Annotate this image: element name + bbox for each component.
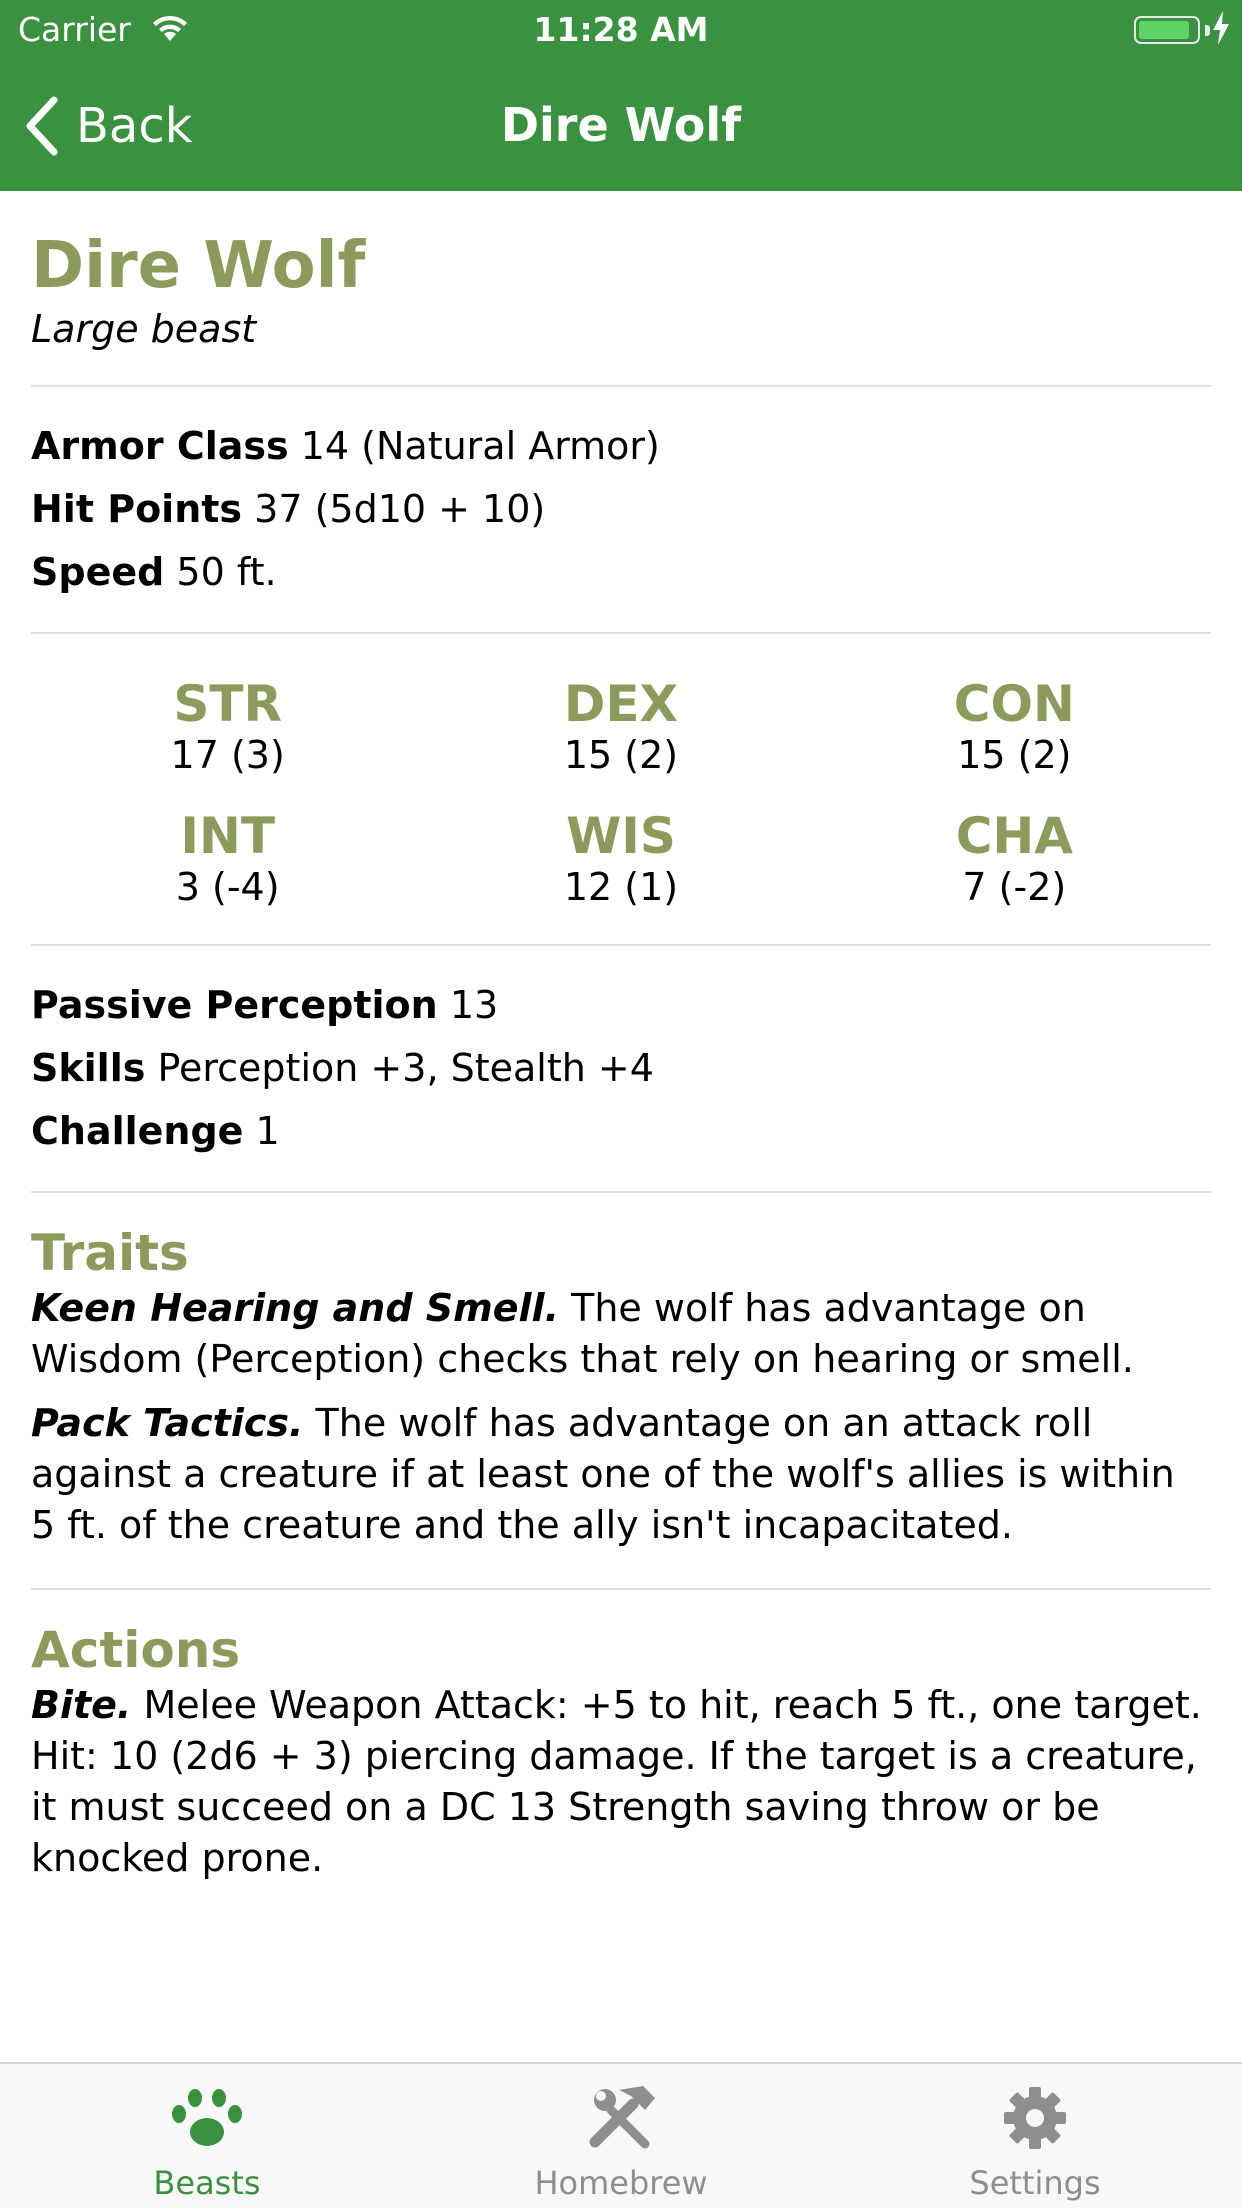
passive-perception-label: Passive Perception xyxy=(31,983,438,1027)
speed-row: Speed 50 ft. xyxy=(31,541,1211,604)
trait-name: Pack Tactics. xyxy=(31,1401,304,1445)
clock: 11:28 AM xyxy=(533,10,709,49)
traits-heading: Traits xyxy=(31,1224,189,1282)
actions-heading: Actions xyxy=(31,1621,241,1679)
navigation-bar: Carrier 11:28 AM Back Dire Wolf xyxy=(0,0,1242,191)
skills-label: Skills xyxy=(31,1046,146,1090)
trait-name: Keen Hearing and Smell. xyxy=(31,1286,560,1330)
skills-value: Perception +3, Stealth +4 xyxy=(157,1046,654,1090)
tab-settings[interactable]: Settings xyxy=(828,2064,1242,2210)
hit-points-value: 37 (5d10 + 10) xyxy=(254,487,546,531)
battery-level xyxy=(1139,21,1189,39)
ability-dex: DEX 15 (2) xyxy=(424,676,817,778)
ability-value: 17 (3) xyxy=(170,733,285,777)
hit-points-label: Hit Points xyxy=(31,487,243,531)
trait-item: Pack Tactics. The wolf has advantage on … xyxy=(31,1398,1211,1551)
status-bar: Carrier 11:28 AM xyxy=(0,0,1242,60)
skills-row: Skills Perception +3, Stealth +4 xyxy=(31,1037,1211,1100)
challenge-value: 1 xyxy=(255,1109,280,1153)
actions-section: Actions Bite. Melee Weapon Attack: +5 to… xyxy=(31,1620,1211,1884)
armor-class-value: 14 (Natural Armor) xyxy=(300,424,660,468)
ability-con: CON 15 (2) xyxy=(818,676,1211,778)
paw-icon xyxy=(0,2078,414,2158)
tab-label: Settings xyxy=(969,2164,1101,2202)
tab-label: Homebrew xyxy=(534,2164,708,2202)
ability-str: STR 17 (3) xyxy=(31,676,424,778)
ability-value: 7 (-2) xyxy=(962,865,1067,909)
stat-block: Dire Wolf Large beast Armor Class 14 (Na… xyxy=(31,191,1211,1897)
action-name: Bite. xyxy=(31,1683,132,1727)
traits-section: Traits Keen Hearing and Smell. The wolf … xyxy=(31,1223,1211,1588)
gear-icon xyxy=(828,2078,1242,2158)
armor-class-row: Armor Class 14 (Natural Armor) xyxy=(31,415,1211,478)
divider xyxy=(31,1588,1211,1590)
ability-value: 15 (2) xyxy=(563,733,679,777)
ability-value: 12 (1) xyxy=(563,865,679,909)
battery-icon xyxy=(1134,16,1200,44)
tab-bar: Beasts Homebrew Settings xyxy=(0,2062,1242,2208)
nav-title: Dire Wolf xyxy=(500,98,742,152)
ability-label: INT xyxy=(180,807,275,865)
charging-bolt-icon xyxy=(1212,11,1230,53)
tab-label: Beasts xyxy=(153,2164,261,2202)
tools-icon xyxy=(414,2078,828,2158)
trait-item: Keen Hearing and Smell. The wolf has adv… xyxy=(31,1283,1211,1385)
action-text: Melee Weapon Attack: +5 to hit, reach 5 … xyxy=(31,1683,1202,1880)
divider xyxy=(31,1191,1211,1193)
speed-label: Speed xyxy=(31,550,165,594)
hit-points-row: Hit Points 37 (5d10 + 10) xyxy=(31,478,1211,541)
creature-name: Dire Wolf xyxy=(31,229,366,303)
senses-section: Passive Perception 13 Skills Perception … xyxy=(31,946,1211,1191)
tab-homebrew[interactable]: Homebrew xyxy=(414,2064,828,2210)
ability-label: CON xyxy=(953,675,1075,733)
speed-value: 50 ft. xyxy=(176,550,277,594)
ability-int: INT 3 (-4) xyxy=(31,808,424,910)
passive-perception-row: Passive Perception 13 xyxy=(31,974,1211,1037)
ability-value: 3 (-4) xyxy=(175,865,280,909)
tab-beasts[interactable]: Beasts xyxy=(0,2064,414,2210)
ability-label: DEX xyxy=(563,675,679,733)
armor-class-label: Armor Class xyxy=(31,424,289,468)
battery-cap xyxy=(1205,25,1210,36)
challenge-row: Challenge 1 xyxy=(31,1100,1211,1163)
creature-type: Large beast xyxy=(31,307,257,351)
ability-cha: CHA 7 (-2) xyxy=(818,808,1211,910)
action-item: Bite. Melee Weapon Attack: +5 to hit, re… xyxy=(31,1680,1211,1884)
ability-scores: STR 17 (3) DEX 15 (2) CON 15 (2) INT 3 (-4) … xyxy=(31,634,1211,944)
ability-wis: WIS 12 (1) xyxy=(424,808,817,910)
passive-perception-value: 13 xyxy=(449,983,499,1027)
challenge-label: Challenge xyxy=(31,1109,244,1153)
ability-label: STR xyxy=(173,675,282,733)
ability-label: WIS xyxy=(566,807,676,865)
ability-label: CHA xyxy=(955,807,1073,865)
ability-value: 15 (2) xyxy=(957,733,1072,777)
defense-section: Armor Class 14 (Natural Armor) Hit Point… xyxy=(31,387,1211,632)
